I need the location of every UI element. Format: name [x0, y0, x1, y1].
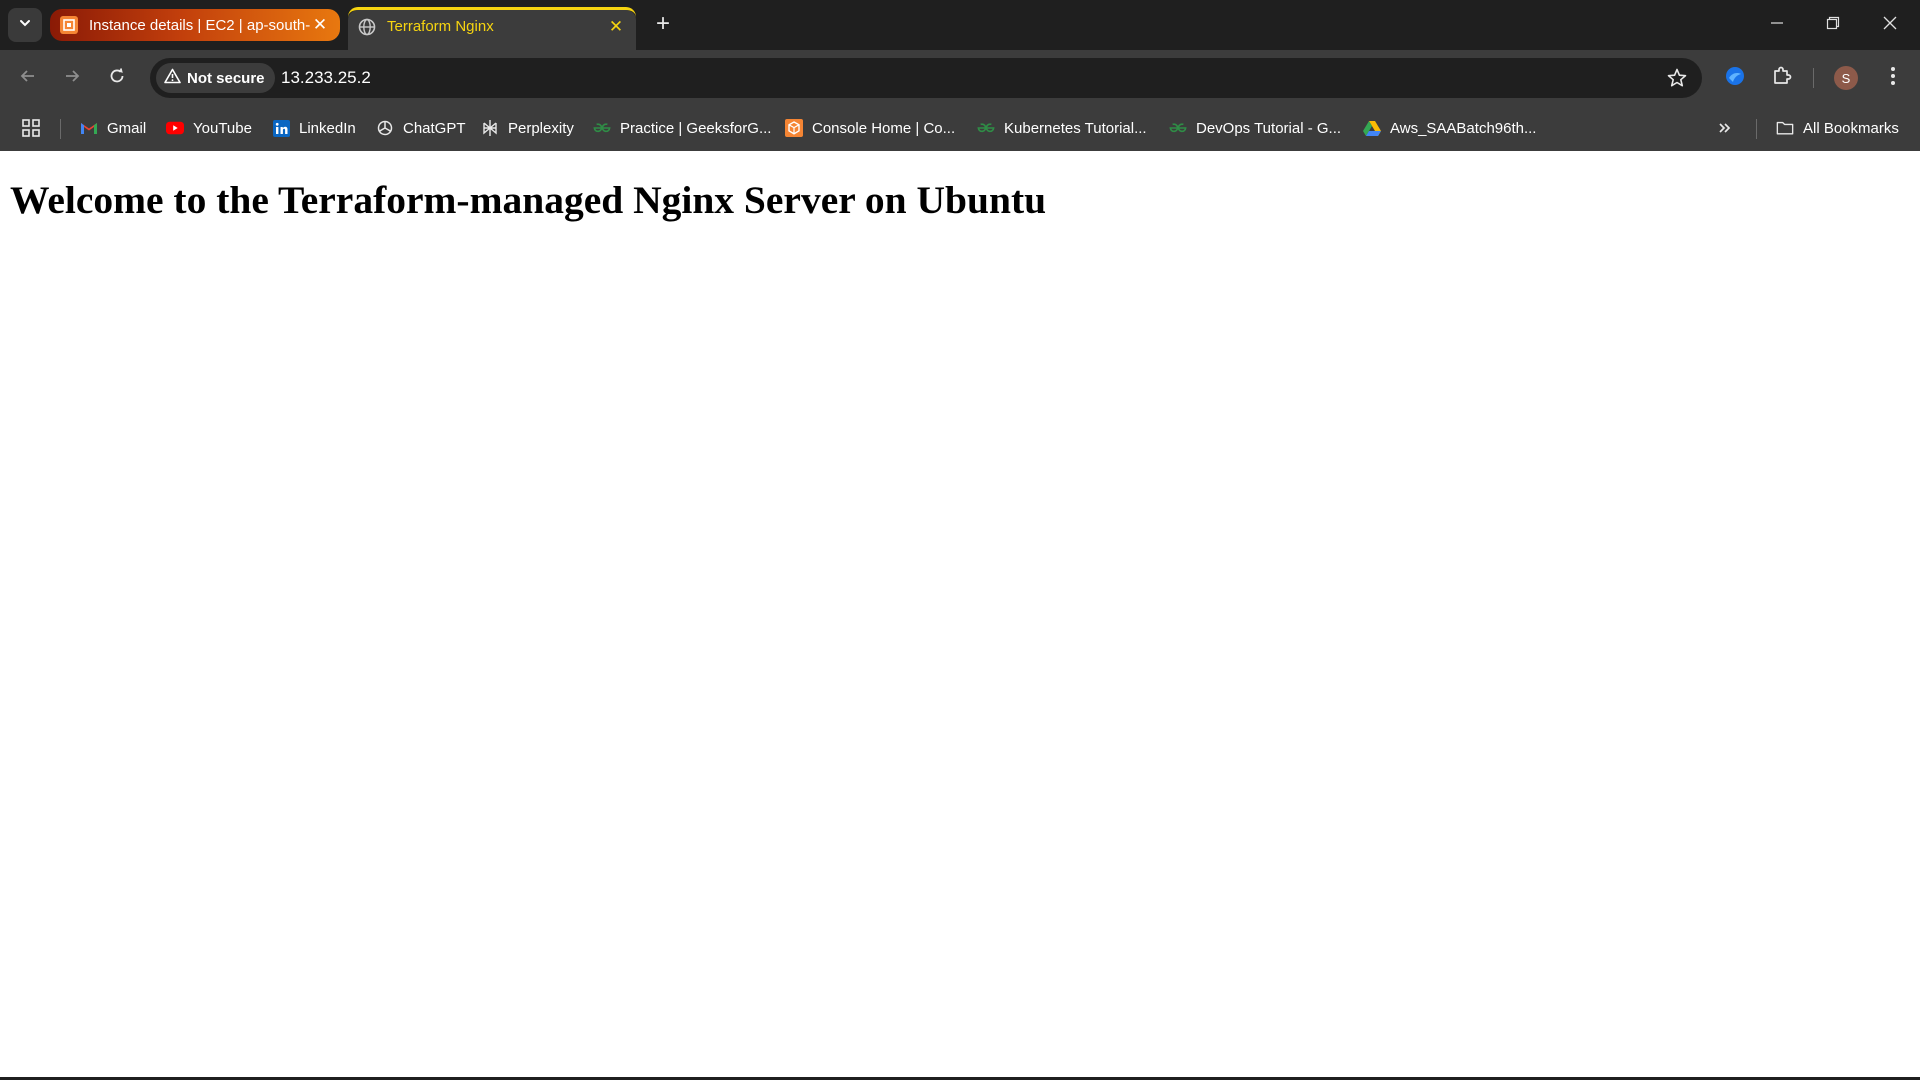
- bookmark-label: YouTube: [193, 119, 252, 137]
- bookmark-label: Kubernetes Tutorial...: [1004, 119, 1147, 137]
- close-window-button[interactable]: [1870, 10, 1910, 40]
- tab-instance-details[interactable]: Instance details | EC2 | ap-south-1 ✕: [50, 9, 340, 41]
- tab-title: Instance details | EC2 | ap-south-1: [89, 16, 310, 34]
- perplexity-icon: [481, 119, 499, 137]
- bookmark-console-home[interactable]: Console Home | Co...: [785, 115, 955, 141]
- more-vertical-icon: [1890, 66, 1896, 91]
- url-text[interactable]: 13.233.25.2: [281, 68, 371, 88]
- bookmark-perplexity[interactable]: Perplexity: [481, 115, 574, 141]
- chevron-down-icon: [18, 16, 32, 35]
- bookmarks-divider: [60, 119, 61, 139]
- arrow-right-icon: [63, 67, 81, 90]
- toolbar-divider: [1813, 68, 1814, 88]
- security-chip[interactable]: Not secure: [156, 63, 275, 93]
- bookmark-linkedin[interactable]: LinkedIn: [272, 115, 356, 141]
- extension-logo-icon: [1724, 65, 1746, 92]
- bookmark-label: DevOps Tutorial - G...: [1196, 119, 1342, 137]
- bookmark-label: Perplexity: [508, 119, 574, 137]
- new-tab-button[interactable]: +: [648, 9, 678, 39]
- menu-button[interactable]: [1877, 62, 1909, 94]
- bookmark-chatgpt[interactable]: ChatGPT: [376, 115, 466, 141]
- all-bookmarks-button[interactable]: All Bookmarks: [1776, 115, 1899, 141]
- google-drive-icon: [1363, 119, 1381, 137]
- warning-icon: [164, 68, 181, 89]
- aws-ec2-icon: [60, 16, 78, 34]
- close-icon: [1883, 16, 1897, 35]
- restore-icon: [1826, 16, 1840, 35]
- forward-button[interactable]: [56, 62, 88, 94]
- extension-button[interactable]: [1719, 62, 1751, 94]
- bookmark-label: Console Home | Co...: [812, 119, 956, 137]
- bookmark-kubernetes-tutorial[interactable]: Kubernetes Tutorial...: [977, 115, 1147, 141]
- bookmark-label: Gmail: [107, 119, 147, 137]
- geeksforgeeks-icon: [593, 119, 611, 137]
- star-icon[interactable]: [1666, 67, 1688, 89]
- close-icon[interactable]: ✕: [606, 17, 626, 37]
- reload-button[interactable]: [101, 62, 133, 94]
- profile-button[interactable]: S: [1830, 62, 1862, 94]
- avatar: S: [1834, 66, 1858, 90]
- back-button[interactable]: [12, 62, 44, 94]
- all-bookmarks-label: All Bookmarks: [1803, 119, 1899, 137]
- security-label: Not secure: [187, 69, 265, 87]
- chatgpt-icon: [376, 119, 394, 137]
- puzzle-icon: [1771, 65, 1793, 92]
- browser-chrome: Instance details | EC2 | ap-south-1 ✕ Te…: [0, 0, 1920, 151]
- bookmark-label: LinkedIn: [299, 119, 356, 137]
- toolbar: Not secure 13.233.25.2 S: [0, 50, 1920, 106]
- geeksforgeeks-icon: [977, 119, 995, 137]
- tab-terraform-nginx[interactable]: Terraform Nginx ✕: [348, 7, 636, 43]
- bookmark-label: Practice | GeeksforG...: [620, 119, 772, 137]
- bookmark-youtube[interactable]: YouTube: [166, 115, 252, 141]
- apps-grid-icon: [22, 119, 40, 137]
- minimize-button[interactable]: [1757, 10, 1797, 40]
- apps-button[interactable]: [22, 115, 40, 141]
- youtube-icon: [166, 119, 184, 137]
- bookmarks-bar: Gmail YouTube LinkedIn ChatGPT Perplexit…: [0, 106, 1920, 151]
- folder-icon: [1776, 119, 1794, 137]
- tab-search-button[interactable]: [8, 8, 42, 42]
- aws-console-icon: [785, 119, 803, 137]
- bookmark-label: Aws_SAABatch96th...: [1390, 119, 1537, 137]
- extensions-button[interactable]: [1766, 62, 1798, 94]
- double-chevron-right-icon: [1716, 119, 1734, 137]
- linkedin-icon: [272, 119, 290, 137]
- globe-icon: [358, 18, 376, 36]
- reload-icon: [108, 67, 126, 90]
- page-content: Welcome to the Terraform-managed Nginx S…: [0, 151, 1920, 1080]
- plus-icon: +: [655, 10, 670, 37]
- bookmark-devops-tutorial[interactable]: DevOps Tutorial - G...: [1169, 115, 1341, 141]
- gmail-icon: [80, 119, 98, 137]
- minimize-icon: [1770, 16, 1784, 35]
- tab-strip: Instance details | EC2 | ap-south-1 ✕ Te…: [0, 0, 1920, 50]
- address-bar[interactable]: Not secure 13.233.25.2: [150, 58, 1702, 98]
- close-icon[interactable]: ✕: [310, 15, 330, 35]
- restore-button[interactable]: [1813, 10, 1853, 40]
- arrow-left-icon: [19, 67, 37, 90]
- geeksforgeeks-icon: [1169, 119, 1187, 137]
- more-bookmarks-button[interactable]: [1716, 115, 1734, 141]
- bookmark-gmail[interactable]: Gmail: [80, 115, 146, 141]
- page-heading: Welcome to the Terraform-managed Nginx S…: [10, 178, 1047, 222]
- bookmark-aws-saabatch[interactable]: Aws_SAABatch96th...: [1363, 115, 1536, 141]
- bookmark-practice-geeksforgeeks[interactable]: Practice | GeeksforG...: [593, 115, 771, 141]
- bookmark-label: ChatGPT: [403, 119, 466, 137]
- bookmarks-divider: [1756, 119, 1757, 139]
- tab-title: Terraform Nginx: [387, 18, 494, 35]
